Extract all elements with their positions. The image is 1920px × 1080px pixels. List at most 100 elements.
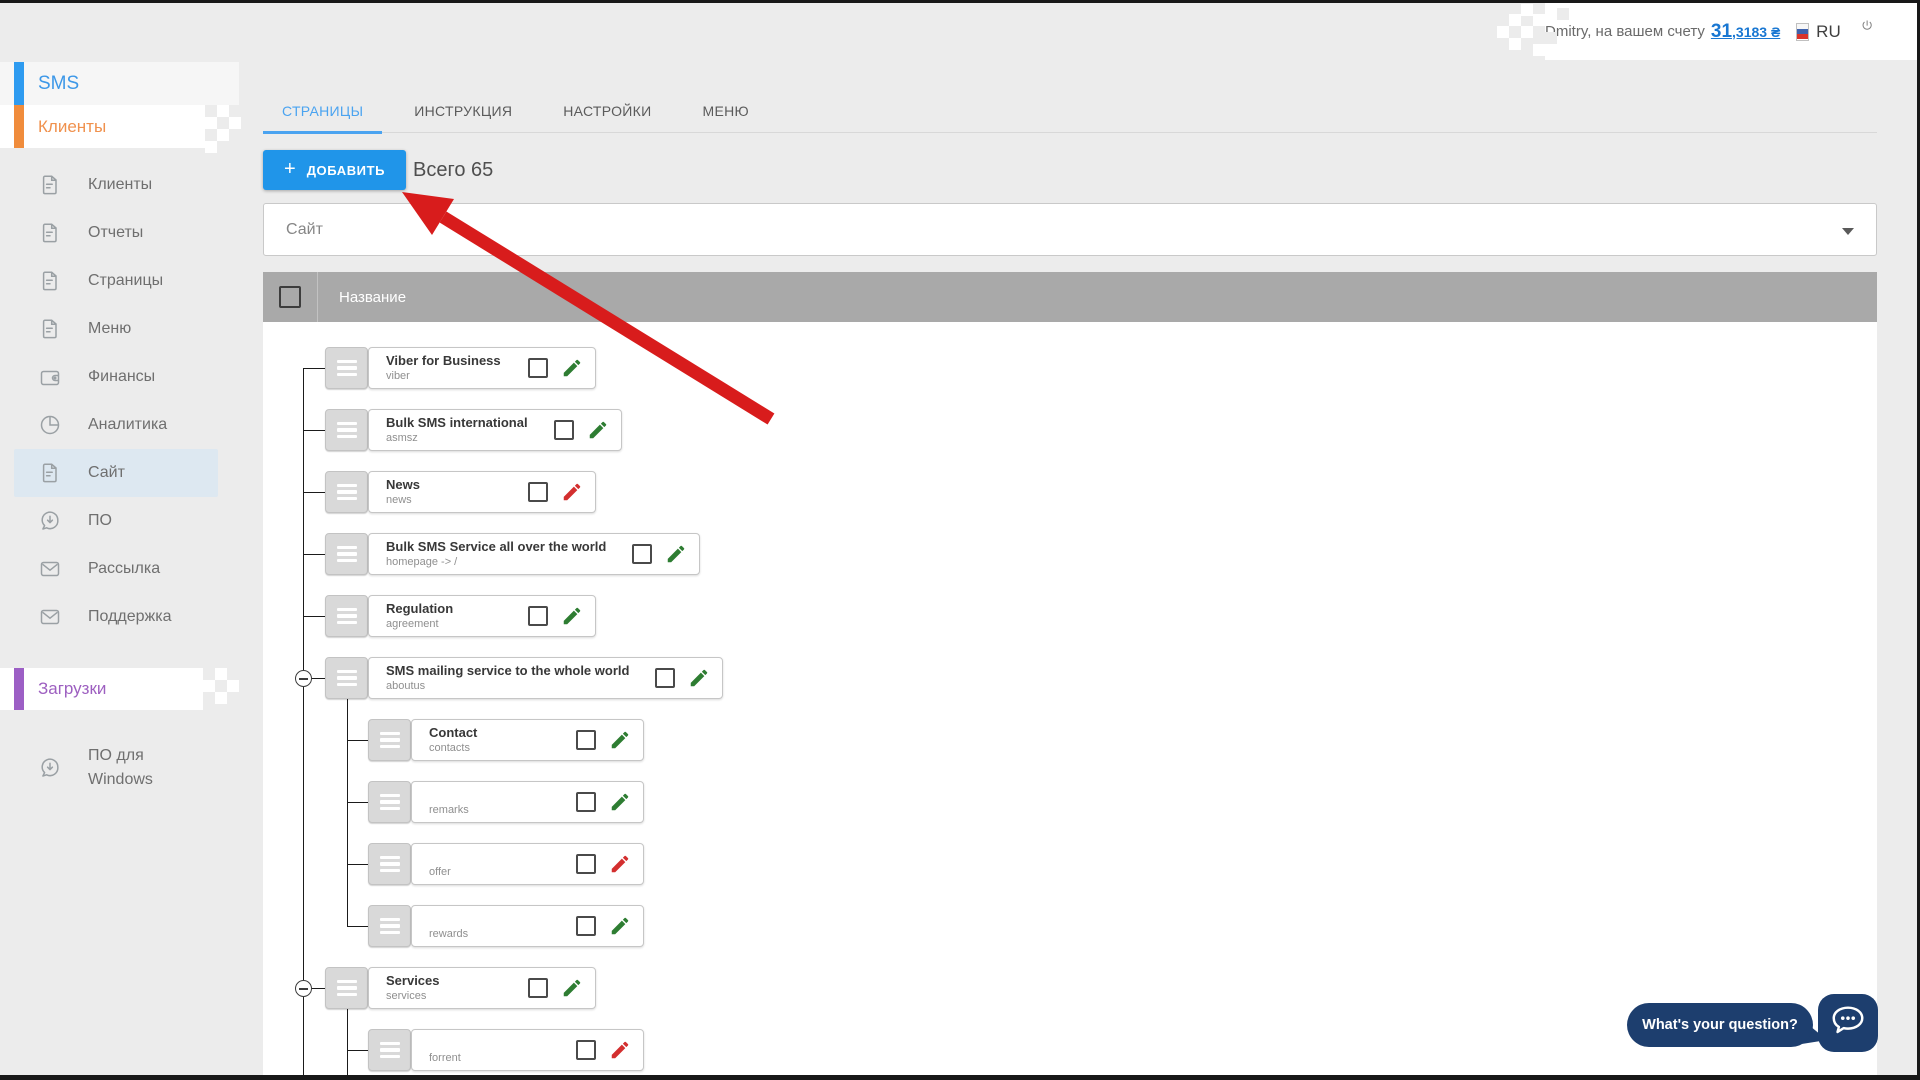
row-checkbox[interactable] [554, 420, 574, 440]
russia-flag-icon[interactable] [1796, 23, 1809, 41]
dissolve-decoration [227, 680, 239, 692]
sidebar-item-4[interactable]: Финансы [14, 353, 218, 401]
select-all-checkbox[interactable] [279, 286, 301, 308]
edit-pencil-icon[interactable] [609, 853, 631, 875]
document-icon [38, 461, 62, 485]
page-slug: viber [386, 370, 501, 383]
row-checkbox[interactable] [576, 916, 596, 936]
page-card: SMS mailing service to the whole worldab… [368, 657, 723, 699]
page-slug: rewards [429, 928, 468, 941]
row-checkbox[interactable] [528, 358, 548, 378]
sidebar-item-1[interactable]: Отчеты [14, 209, 218, 257]
sidebar-brand-sms[interactable]: SMS [0, 62, 239, 105]
chat-question-bubble[interactable]: What's your question? [1627, 1003, 1813, 1047]
site-filter-value: Сайт [286, 221, 323, 239]
tree-row: Contactcontacts [368, 719, 1877, 761]
row-checkbox[interactable] [576, 730, 596, 750]
tab-3[interactable]: МЕНЮ [684, 92, 768, 132]
total-count-label: Всего 65 [413, 150, 493, 190]
dissolve-decoration [205, 141, 217, 153]
page-slug: remarks [429, 804, 469, 817]
drag-handle-icon[interactable] [325, 347, 368, 389]
collapse-minus-icon[interactable] [295, 670, 312, 687]
drag-handle-icon[interactable] [325, 409, 368, 451]
page-card-controls [576, 729, 631, 751]
page-card-controls [576, 1039, 631, 1061]
edit-pencil-icon[interactable] [609, 1039, 631, 1061]
sidebar-item-6[interactable]: Сайт [14, 449, 218, 497]
sidebar-item-2[interactable]: Страницы [14, 257, 218, 305]
tree-row: rewards [368, 905, 1877, 947]
frame-edge [0, 0, 1920, 3]
tab-0[interactable]: СТРАНИЦЫ [263, 92, 382, 134]
add-button[interactable]: + ДОБАВИТЬ [263, 150, 406, 190]
dissolve-decoration [217, 105, 229, 117]
sidebar-item-0[interactable]: Клиенты [14, 161, 218, 209]
drag-handle-icon[interactable] [325, 533, 368, 575]
brand-label: SMS [38, 73, 79, 95]
drag-handle-icon[interactable] [325, 471, 368, 513]
sidebar-section-clients[interactable]: Клиенты [0, 105, 205, 148]
drag-handle-icon[interactable] [368, 719, 411, 761]
tree-connector-line [347, 1050, 368, 1051]
row-checkbox[interactable] [528, 606, 548, 626]
drag-handle-icon[interactable] [325, 595, 368, 637]
page-slug: forrent [429, 1052, 461, 1065]
page-slug: news [386, 494, 420, 507]
logout-power-icon[interactable] [1861, 18, 1873, 45]
drag-handle-icon[interactable] [325, 967, 368, 1009]
collapse-minus-icon[interactable] [295, 980, 312, 997]
sidebar-item-5[interactable]: Аналитика [14, 401, 218, 449]
tab-1[interactable]: ИНСТРУКЦИЯ [395, 92, 531, 132]
sidebar-item-label: Сайт [88, 461, 125, 485]
edit-pencil-icon[interactable] [561, 357, 583, 379]
page-card: Contactcontacts [411, 719, 644, 761]
header-divider [317, 272, 318, 322]
wallet-icon [38, 365, 62, 389]
sidebar-item-0[interactable]: ПО для Windows [14, 736, 218, 800]
sidebar-section-downloads[interactable]: Загрузки [0, 668, 203, 710]
drag-handle-icon[interactable] [368, 843, 411, 885]
chat-launcher-button[interactable] [1818, 994, 1878, 1052]
page-title: Viber for Business [386, 353, 501, 369]
sidebar-item-9[interactable]: Поддержка [14, 593, 218, 641]
row-checkbox[interactable] [528, 978, 548, 998]
edit-pencil-icon[interactable] [688, 667, 710, 689]
edit-pencil-icon[interactable] [665, 543, 687, 565]
row-checkbox[interactable] [632, 544, 652, 564]
drag-handle-icon[interactable] [368, 781, 411, 823]
dissolve-decoration [215, 668, 227, 680]
page-title [429, 787, 469, 803]
tree-row: Bulk SMS Service all over the worldhomep… [325, 533, 1877, 575]
edit-pencil-icon[interactable] [609, 729, 631, 751]
sidebar-item-label: ПО [88, 509, 112, 533]
tab-2[interactable]: НАСТРОЙКИ [544, 92, 670, 132]
row-checkbox[interactable] [528, 482, 548, 502]
balance-link[interactable]: 31,3183 ₴ [1711, 21, 1780, 43]
edit-pencil-icon[interactable] [587, 419, 609, 441]
sidebar-item-3[interactable]: Меню [14, 305, 218, 353]
page-card-text: forrent [429, 1035, 461, 1065]
row-checkbox[interactable] [576, 854, 596, 874]
sidebar-item-7[interactable]: ПО [14, 497, 218, 545]
edit-pencil-icon[interactable] [609, 791, 631, 813]
edit-pencil-icon[interactable] [561, 605, 583, 627]
dissolve-decoration [1533, 44, 1545, 56]
sidebar-item-8[interactable]: Рассылка [14, 545, 218, 593]
site-filter-dropdown[interactable]: Сайт [263, 203, 1877, 256]
language-label[interactable]: RU [1816, 22, 1841, 42]
row-checkbox[interactable] [655, 668, 675, 688]
edit-pencil-icon[interactable] [561, 481, 583, 503]
drag-handle-icon[interactable] [368, 1029, 411, 1071]
drag-handle-icon[interactable] [368, 905, 411, 947]
drag-handle-icon[interactable] [325, 657, 368, 699]
sidebar-item-label: Меню [88, 317, 131, 341]
row-checkbox[interactable] [576, 1040, 596, 1060]
edit-pencil-icon[interactable] [609, 915, 631, 937]
sidebar-item-label: Рассылка [88, 557, 160, 581]
section-accent-bar [14, 105, 24, 148]
edit-pencil-icon[interactable] [561, 977, 583, 999]
app-window: Dmitry, на вашем счету 31,3183 ₴ RU SMS … [0, 0, 1920, 1080]
page-slug: agreement [386, 618, 453, 631]
row-checkbox[interactable] [576, 792, 596, 812]
